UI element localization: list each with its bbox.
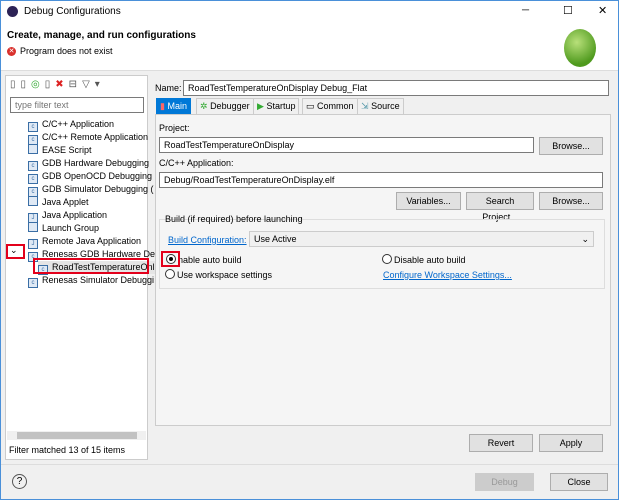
minimize-button[interactable]: ─: [522, 5, 529, 16]
project-label: Project:: [159, 123, 190, 133]
tree-item[interactable]: Java Applet: [28, 196, 89, 209]
collapse-all-icon[interactable]: ⊟: [69, 79, 82, 90]
chevron-down-icon: ⌄: [581, 234, 589, 244]
tree-item[interactable]: c GDB OpenOCD Debugging: [28, 170, 153, 184]
browse-application-button[interactable]: Browse...: [539, 192, 603, 210]
tree-item[interactable]: J Remote Java Application: [28, 235, 142, 249]
highlight-enable-radio: [161, 251, 180, 267]
view-menu-icon[interactable]: ▾: [95, 79, 105, 90]
tree-item[interactable]: c C/C++ Application: [28, 118, 115, 132]
tree-item-label: C/C++ Application: [42, 119, 115, 129]
tree-item-label: Java Applet: [42, 197, 89, 207]
project-input[interactable]: RoadTestTemperatureOnDisplay: [159, 137, 534, 153]
build-configuration-link[interactable]: Build Configuration:: [168, 235, 247, 245]
revert-button[interactable]: Revert: [469, 434, 533, 452]
tab-main[interactable]: ▮ Main: [156, 98, 191, 114]
duplicate-icon[interactable]: ▯: [45, 79, 56, 90]
tab-debugger[interactable]: ✲ Debugger: [196, 98, 254, 114]
search-project-button[interactable]: Search Project...: [466, 192, 534, 222]
eclipse-icon: [7, 6, 18, 17]
launch-config-icon: [28, 222, 38, 232]
name-label: Name:: [155, 83, 182, 93]
disable-auto-build-radio[interactable]: Disable auto build: [382, 254, 466, 265]
name-input[interactable]: RoadTestTemperatureOnDisplay Debug_Flat: [183, 80, 609, 96]
tab-startup[interactable]: ▶ Startup: [253, 98, 300, 114]
close-window-button[interactable]: ✕: [598, 4, 607, 17]
tree-item-label: Java Application: [42, 210, 108, 220]
apply-button[interactable]: Apply: [539, 434, 603, 452]
export-icon[interactable]: ◎: [31, 79, 45, 90]
error-message: Program does not exist: [20, 46, 113, 56]
tree-item-label: Renesas Simulator Debuggi: [42, 275, 155, 285]
tree-item[interactable]: c GDB Hardware Debugging: [28, 157, 150, 171]
close-button[interactable]: Close: [550, 473, 608, 491]
filter-icon[interactable]: ▽: [82, 79, 95, 90]
c-config-icon: c: [28, 278, 38, 288]
tree-item[interactable]: J Java Application: [28, 209, 108, 223]
footer-divider: [1, 464, 618, 465]
tree-item[interactable]: EASE Script: [28, 144, 92, 157]
filter-status: Filter matched 13 of 15 items: [9, 445, 126, 455]
tree-item-label: GDB Simulator Debugging (: [42, 184, 154, 194]
error-icon: ✕: [7, 47, 16, 56]
tree-item-label: Remote Java Application: [42, 236, 142, 246]
tree-item[interactable]: c Renesas Simulator Debuggi: [28, 274, 155, 288]
variables-button[interactable]: Variables...: [396, 192, 461, 210]
application-label: C/C++ Application:: [159, 158, 234, 168]
browse-project-button[interactable]: Browse...: [539, 137, 603, 155]
applet-config-icon: [28, 196, 38, 206]
tree-item[interactable]: c C/C++ Remote Application: [28, 131, 149, 145]
horizontal-scrollbar[interactable]: [7, 431, 146, 440]
application-input[interactable]: Debug/RoadTestTemperatureOnDisplay.elf: [159, 172, 603, 188]
help-icon[interactable]: ?: [12, 474, 27, 489]
tree-item[interactable]: c GDB Simulator Debugging (: [28, 183, 154, 197]
debug-button[interactable]: Debug: [475, 473, 534, 491]
use-workspace-settings-radio[interactable]: Use workspace settings: [165, 269, 272, 280]
tree-item-label: C/C++ Remote Application: [42, 132, 149, 142]
maximize-button[interactable]: ☐: [563, 4, 573, 17]
tree-item-label: Launch Group: [42, 223, 100, 233]
window-title: Debug Configurations: [24, 6, 121, 17]
build-group-label: Build (if required) before launching: [165, 214, 303, 224]
filter-input[interactable]: [10, 97, 144, 113]
tree-item-label: GDB Hardware Debugging: [42, 158, 150, 168]
tree-item[interactable]: Launch Group: [28, 222, 99, 235]
bug-icon: [564, 29, 596, 67]
tab-common[interactable]: ▭ Common: [302, 98, 358, 114]
delete-icon[interactable]: ✖: [55, 79, 68, 90]
new-config-icon[interactable]: ▯: [10, 79, 21, 90]
debug-configurations-window: Debug Configurations ─ ☐ ✕ Create, manag…: [0, 0, 619, 500]
tree-item-label: GDB OpenOCD Debugging: [42, 171, 153, 181]
script-config-icon: [28, 144, 38, 154]
tree-toolbar: ▯▯◎▯✖⊟▽▾: [10, 79, 105, 90]
chevron-down-icon[interactable]: ⌄: [10, 245, 18, 256]
header-title: Create, manage, and run configurations: [7, 30, 196, 41]
dialog-header: Create, manage, and run configurations ✕…: [1, 23, 618, 71]
tree-item-label: EASE Script: [42, 145, 92, 155]
tab-source[interactable]: ⇲ Source: [357, 98, 404, 114]
configure-workspace-settings-link[interactable]: Configure Workspace Settings...: [383, 270, 512, 280]
highlight-selected-config: [33, 258, 149, 274]
build-configuration-select[interactable]: Use Active ⌄: [249, 231, 594, 247]
new-prototype-icon[interactable]: ▯: [21, 79, 32, 90]
title-bar: Debug Configurations ─ ☐ ✕: [1, 1, 618, 23]
